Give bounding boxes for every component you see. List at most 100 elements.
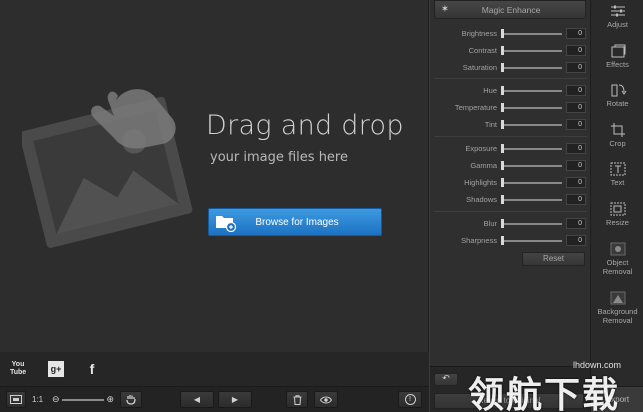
background-removal-icon — [610, 291, 625, 305]
adjust-value-field[interactable]: 0 — [566, 119, 586, 130]
adjust-value-field[interactable]: 0 — [566, 102, 586, 113]
eye-icon — [320, 396, 332, 403]
adjust-label: Brightness — [461, 29, 497, 38]
adjust-value-field[interactable]: 0 — [566, 160, 586, 171]
adjust-track[interactable] — [502, 240, 562, 242]
adjust-row-blur: Blur 0 — [430, 218, 591, 230]
bottom-toolbar: 1:1 ⊖ ⊕ ◀ ▶ ! — [0, 386, 429, 412]
tool-label: Rotate — [606, 99, 629, 108]
adjust-row-exposure: Exposure 0 — [430, 143, 591, 155]
zoom-actual-size[interactable]: 1:1 — [32, 395, 43, 404]
slider-knob[interactable] — [501, 219, 504, 228]
adjust-track[interactable] — [502, 223, 562, 225]
tool-rotate[interactable]: Rotate — [591, 82, 643, 109]
tool-effects[interactable]: Effects — [591, 43, 643, 70]
adjust-track[interactable] — [502, 199, 562, 201]
zoom-track — [62, 399, 104, 401]
adjust-track[interactable] — [502, 148, 562, 150]
browse-images-label: Browse for Images — [255, 216, 339, 228]
adjust-track[interactable] — [502, 90, 562, 92]
slider-knob[interactable] — [501, 236, 504, 245]
adjust-label: Gamma — [470, 161, 497, 170]
adjust-row-sharpness: Sharpness 0 — [430, 235, 591, 247]
youtube-text-bottom: Tube — [10, 369, 27, 376]
adjust-track[interactable] — [502, 67, 562, 69]
adjust-track[interactable] — [502, 165, 562, 167]
object-removal-icon — [610, 242, 625, 256]
zoom-in-icon[interactable]: ⊕ — [106, 394, 114, 406]
preview-original-button[interactable] — [314, 391, 338, 408]
magic-enhance-label: Magic Enhance — [481, 4, 541, 15]
slider-knob[interactable] — [501, 195, 504, 204]
delete-image-button[interactable] — [286, 391, 308, 408]
reset-button[interactable]: Reset — [522, 252, 585, 266]
adjust-track[interactable] — [502, 33, 562, 35]
tool-object-removal[interactable]: Object Removal — [591, 241, 643, 276]
tool-resize[interactable]: Resize — [591, 201, 643, 228]
tool-text[interactable]: Text — [591, 161, 643, 188]
adjust-row-saturation: Saturation 0 — [430, 62, 591, 74]
rotate-icon — [611, 84, 626, 97]
google-plus-icon[interactable]: g+ — [48, 361, 64, 377]
image-canvas[interactable]: Drag and drop your image files here Brow… — [0, 0, 429, 352]
youtube-icon[interactable]: You Tube — [10, 361, 26, 377]
slider-knob[interactable] — [501, 161, 504, 170]
adjust-value-field[interactable]: 0 — [566, 235, 586, 246]
resize-icon — [610, 202, 625, 216]
zoom-slider[interactable]: ⊖ ⊕ — [52, 394, 114, 406]
effects-icon — [611, 44, 625, 58]
slider-knob[interactable] — [501, 46, 504, 55]
slider-knob[interactable] — [501, 86, 504, 95]
tool-label: Text — [610, 178, 625, 187]
adjust-label: Saturation — [462, 63, 497, 72]
previous-image-button[interactable]: ◀ — [180, 391, 214, 408]
adjust-value-field[interactable]: 0 — [566, 85, 586, 96]
slider-knob[interactable] — [501, 144, 504, 153]
adjust-label: Exposure — [465, 144, 497, 153]
prev-arrow-icon: ◀ — [193, 395, 201, 404]
youtube-text-top: You — [11, 361, 25, 368]
divider — [434, 78, 587, 79]
pan-hand-button[interactable] — [120, 391, 142, 408]
slider-knob[interactable] — [501, 120, 504, 129]
zoom-out-icon[interactable]: ⊖ — [52, 394, 60, 406]
adjust-value-field[interactable]: 0 — [566, 28, 586, 39]
undo-button[interactable]: ↶ — [434, 373, 458, 386]
crop-icon — [610, 123, 625, 137]
adjust-track[interactable] — [502, 182, 562, 184]
adjust-panel: ✶ Magic Enhance Brightness 0 Contrast 0 … — [429, 0, 591, 412]
next-image-button[interactable]: ▶ — [218, 391, 252, 408]
tool-crop[interactable]: Crop — [591, 122, 643, 149]
adjust-track[interactable] — [502, 124, 562, 126]
adjust-label: Highlights — [464, 178, 497, 187]
slider-knob[interactable] — [501, 29, 504, 38]
adjust-value-field[interactable]: 0 — [566, 194, 586, 205]
drop-subtitle: your image files here — [210, 150, 348, 165]
adjust-value-field[interactable]: 0 — [566, 143, 586, 154]
slider-knob[interactable] — [501, 103, 504, 112]
adjust-label: Contrast — [468, 46, 497, 55]
adjust-track[interactable] — [502, 50, 562, 52]
adjust-value-field[interactable]: 0 — [566, 177, 586, 188]
drop-title: Drag and drop — [206, 110, 404, 141]
adjust-value-field[interactable]: 0 — [566, 218, 586, 229]
magic-enhance-button[interactable]: ✶ Magic Enhance — [434, 0, 586, 19]
info-icon: ! — [404, 394, 416, 405]
watermark-text: 领航下载 — [468, 375, 621, 412]
slider-knob[interactable] — [501, 178, 504, 187]
adjust-value-field[interactable]: 0 — [566, 62, 586, 73]
info-button[interactable]: ! — [398, 391, 422, 408]
facebook-icon[interactable]: f — [84, 361, 100, 377]
tool-label: Background Removal — [597, 307, 638, 325]
adjust-track[interactable] — [502, 107, 562, 109]
tool-adjust[interactable]: Adjust — [591, 3, 643, 30]
adjust-row-highlights: Highlights 0 — [430, 177, 591, 189]
tool-label: Object Removal — [602, 258, 633, 276]
browse-images-button[interactable]: Browse for Images — [208, 208, 382, 236]
divider — [434, 136, 587, 137]
slider-knob[interactable] — [501, 63, 504, 72]
fit-to-screen-button[interactable] — [6, 391, 26, 408]
tool-background-removal[interactable]: Background Removal — [591, 290, 643, 325]
adjust-value-field[interactable]: 0 — [566, 45, 586, 56]
tool-label: Effects — [606, 60, 629, 69]
